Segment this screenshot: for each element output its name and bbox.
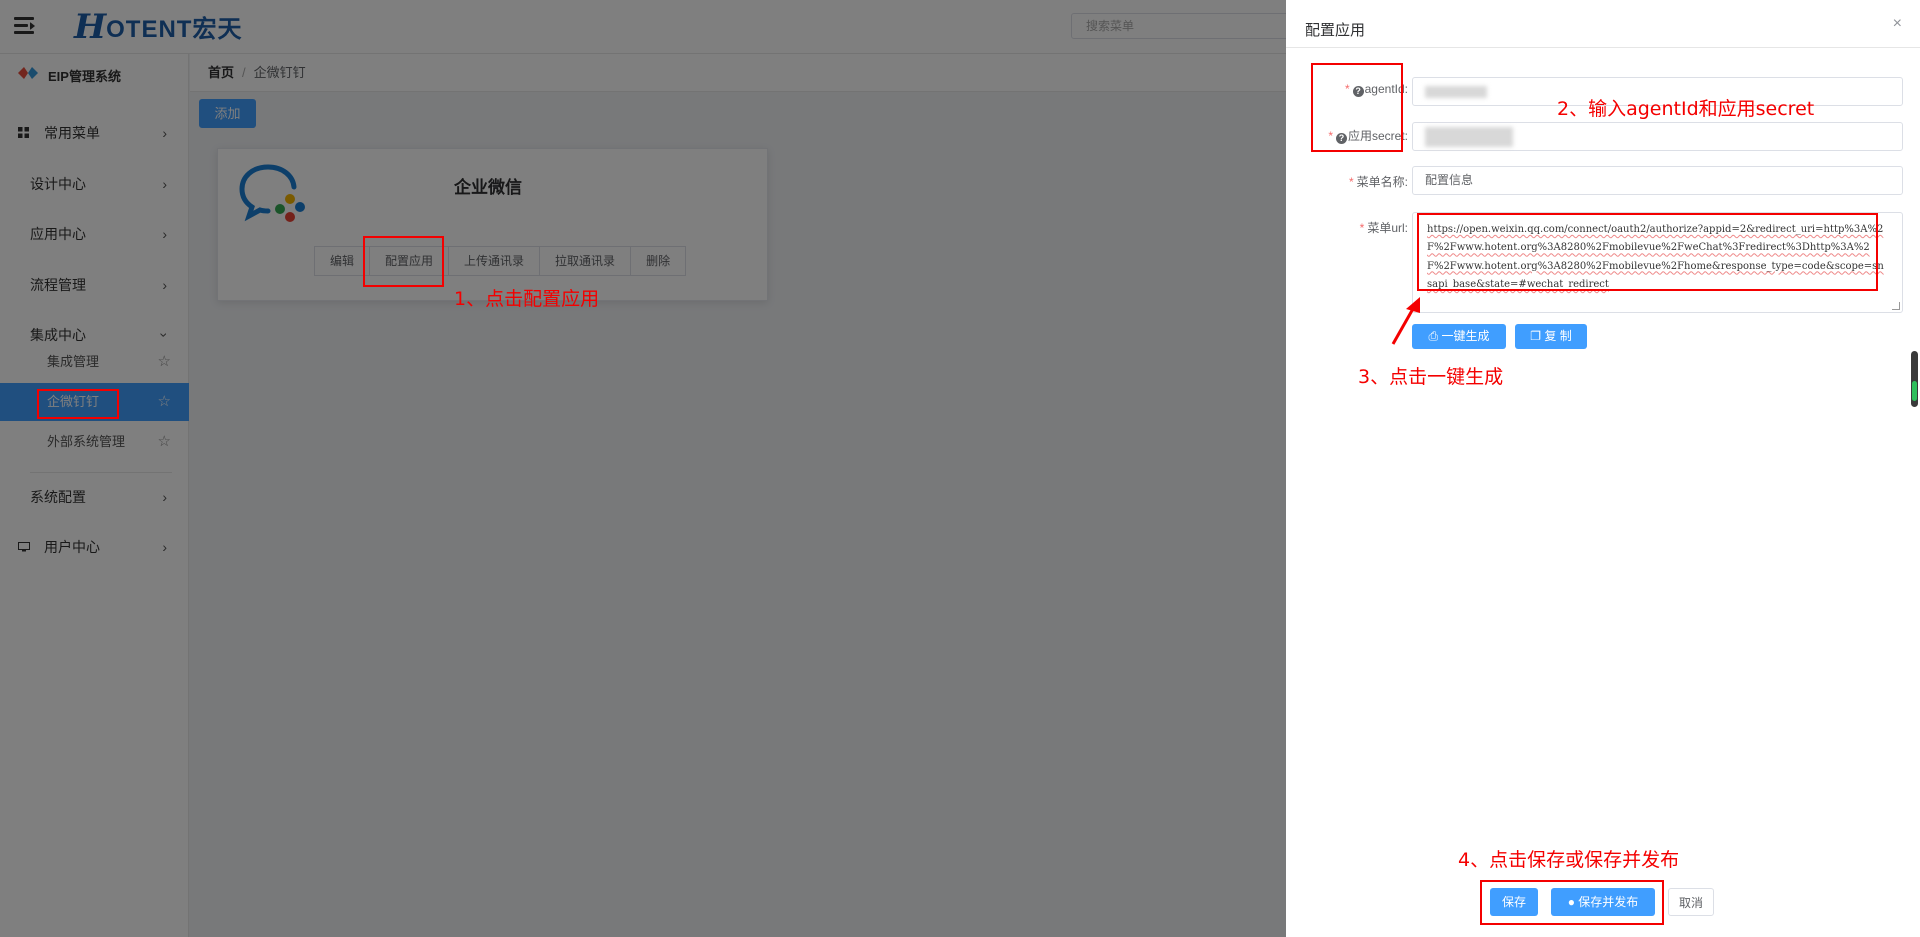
highlight-box-sidebar [37, 389, 119, 419]
drawer-header: 配置应用 × [1286, 0, 1920, 48]
annotation-step-1: 1、点击配置应用 [454, 288, 600, 310]
resize-handle[interactable] [1892, 302, 1900, 310]
secret-input[interactable] [1412, 122, 1903, 151]
drawer-title: 配置应用 [1305, 22, 1366, 39]
highlight-box-configure [363, 236, 444, 287]
redacted-value [1425, 127, 1513, 147]
highlight-box-credentials [1311, 63, 1403, 152]
scrollbar-thumb[interactable] [1911, 351, 1918, 407]
menu-name-input[interactable]: 配置信息 [1412, 166, 1903, 195]
menu-url-label: * 菜单url: [1359, 221, 1408, 235]
annotation-step-4: 4、点击保存或保存并发布 [1458, 849, 1680, 871]
highlight-box-save [1480, 880, 1664, 925]
cancel-button[interactable]: 取消 [1668, 888, 1714, 916]
annotation-arrow [1391, 297, 1420, 345]
close-icon[interactable]: × [1893, 15, 1902, 33]
generate-button[interactable]: ⎙ 一键生成 [1412, 324, 1506, 349]
annotation-step-3: 3、点击一键生成 [1358, 366, 1504, 388]
copy-button[interactable]: ❐ 复 制 [1515, 324, 1587, 349]
copy-icon: ❐ [1530, 329, 1545, 343]
printer-icon: ⎙ [1428, 329, 1442, 343]
highlight-box-url [1417, 213, 1878, 291]
annotation-step-2: 2、输入agentId和应用secret [1557, 98, 1815, 120]
menu-name-label: * 菜单名称: [1348, 175, 1408, 189]
redacted-value [1425, 86, 1487, 98]
